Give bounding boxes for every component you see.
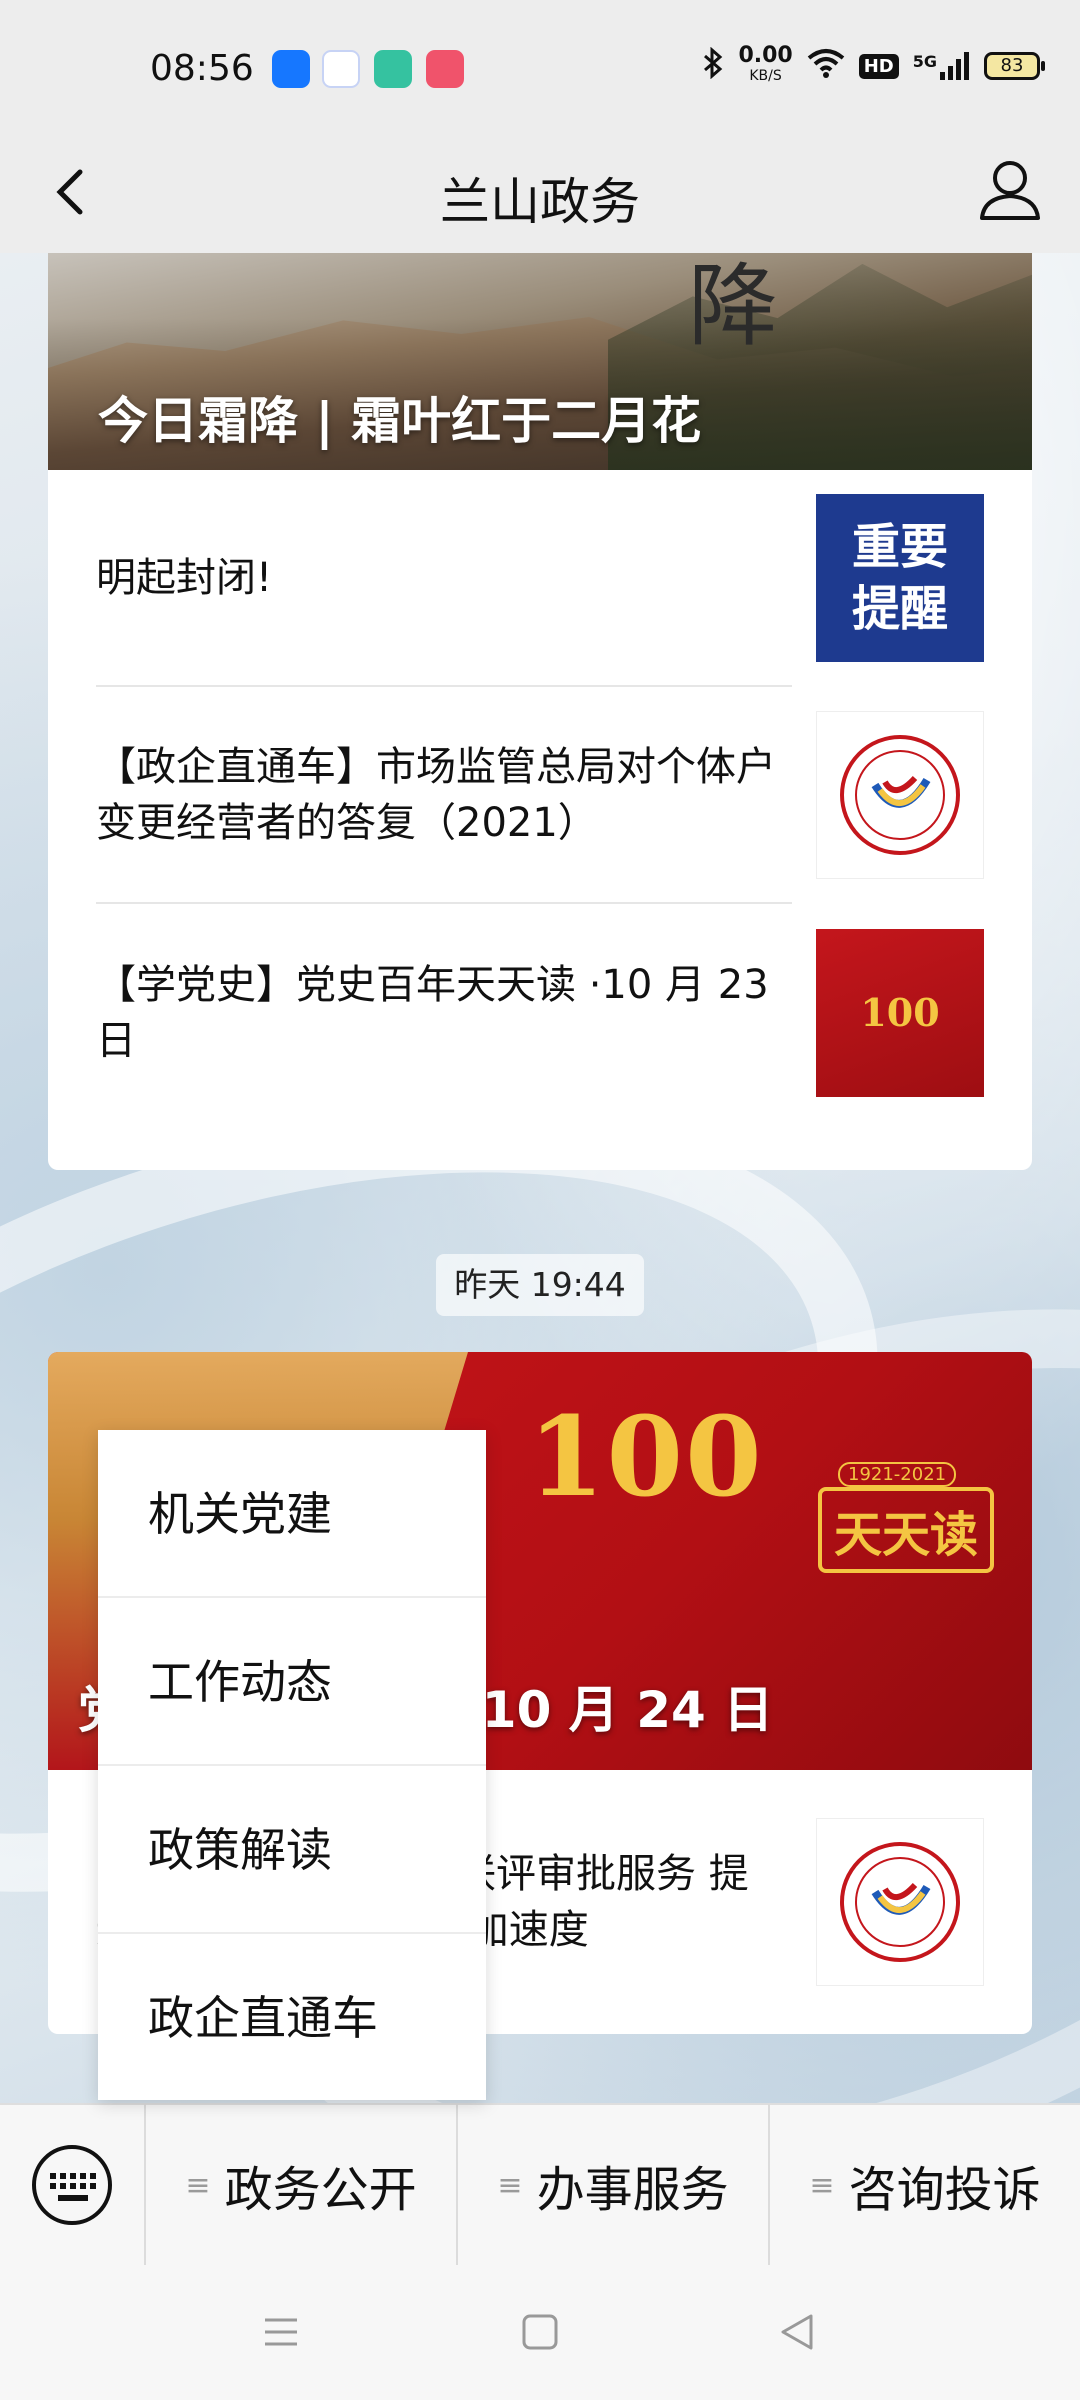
message-app-icon: [426, 50, 464, 88]
article-title: 【学党史】党史百年天天读 ·10 月 23 日: [96, 961, 769, 1064]
status-time: 08:56: [150, 48, 254, 89]
menu-lines-icon: ≡: [185, 2167, 211, 2203]
message-card: 降 今日霜降 | 霜叶红于二月花 明起封闭! 重要 提醒 【政企直通车】市场监管…: [48, 253, 1032, 1170]
recents-button[interactable]: [246, 2297, 316, 2367]
home-square-icon: [522, 2314, 558, 2350]
status-bar: 08:56 0.00 KB/S HD 5G 83: [0, 0, 1080, 130]
profile-button[interactable]: [970, 150, 1050, 230]
system-back-button[interactable]: [762, 2297, 832, 2367]
menu-tab-label: 咨询投诉: [848, 2162, 1041, 2218]
menu-item-gov-business-express[interactable]: 政企直通车: [98, 1934, 486, 2102]
mobile-app-icon: [374, 50, 412, 88]
net-speed-unit: KB/S: [749, 68, 782, 84]
keyboard-toggle-button[interactable]: [0, 2104, 146, 2266]
article-title: 明起封闭!: [96, 554, 273, 601]
menu-tab-gov-affairs[interactable]: ≡ 政务公开: [146, 2104, 458, 2266]
article-title: 【政企直通车】市场监管总局对个体户变更经营者的答复（2021）: [96, 743, 776, 846]
submenu-popup: 机关党建 工作动态 政策解读 政企直通车: [98, 1430, 486, 2100]
cover-calligraphy: 降: [688, 254, 778, 359]
thumbnail-text: 重要: [851, 518, 948, 575]
cover-article[interactable]: 降 今日霜降 | 霜叶红于二月花: [48, 253, 1032, 470]
home-button[interactable]: [505, 2297, 575, 2367]
wifi-icon: [807, 48, 845, 84]
hd-badge: HD: [858, 53, 899, 79]
thumbnail-text: 提醒: [851, 580, 948, 637]
keyboard-icon: [32, 2145, 112, 2225]
article-thumbnail: [816, 1818, 984, 1986]
status-right: 0.00 KB/S HD 5G 83: [702, 43, 1045, 86]
net-speed-value: 0.00: [738, 43, 793, 68]
signal-icon: 5G: [913, 52, 970, 80]
thumbnail-text: 100: [860, 990, 940, 1035]
emblem-logo-icon: [840, 734, 960, 855]
menu-item-policy-interpretation[interactable]: 政策解读: [98, 1766, 486, 1934]
network-label: 5G: [912, 52, 937, 71]
cover-art-years: 1921-2021: [838, 1462, 957, 1487]
app-header: 兰山政务: [0, 130, 1080, 253]
system-navigation-bar: [0, 2265, 1080, 2400]
menu-icon: [265, 2318, 297, 2346]
triangle-back-icon: [781, 2314, 813, 2350]
article-thumbnail: 100: [816, 928, 984, 1097]
article-row[interactable]: 【政企直通车】市场监管总局对个体户变更经营者的答复（2021）: [96, 687, 984, 904]
bottom-menu-bar: ≡ 政务公开 ≡ 办事服务 ≡ 咨询投诉: [0, 2103, 1080, 2266]
article-thumbnail: 重要 提醒: [816, 493, 984, 662]
net-speed: 0.00 KB/S: [738, 43, 793, 86]
article-thumbnail: [816, 710, 984, 879]
bluetooth-icon: [702, 46, 724, 85]
menu-tab-label: 办事服务: [536, 2162, 729, 2218]
article-row[interactable]: 明起封闭! 重要 提醒: [96, 470, 984, 687]
alipay-app-icon: [272, 50, 310, 88]
battery-icon: 83: [984, 52, 1045, 80]
emblem-logo-icon: [840, 1842, 960, 1962]
cover-title: 今日霜降 | 霜叶红于二月花: [98, 392, 702, 450]
menu-tab-complaints[interactable]: ≡ 咨询投诉: [770, 2104, 1080, 2266]
page-title: 兰山政务: [440, 173, 640, 231]
article-row[interactable]: 【学党史】党史百年天天读 ·10 月 23 日 100: [96, 904, 984, 1121]
menu-lines-icon: ≡: [809, 2167, 835, 2203]
cover-art-daily: 天天读: [818, 1487, 995, 1573]
cover-art-hundred: 100: [528, 1392, 764, 1521]
menu-tab-services[interactable]: ≡ 办事服务: [458, 2104, 770, 2266]
photos-app-icon: [322, 50, 360, 88]
message-timestamp: 昨天 19:44: [436, 1254, 644, 1316]
menu-item-work-news[interactable]: 工作动态: [98, 1598, 486, 1766]
menu-tab-label: 政务公开: [224, 2162, 417, 2218]
user-icon: [980, 161, 1040, 220]
menu-item-party-building[interactable]: 机关党建: [98, 1430, 486, 1598]
menu-lines-icon: ≡: [497, 2167, 523, 2203]
